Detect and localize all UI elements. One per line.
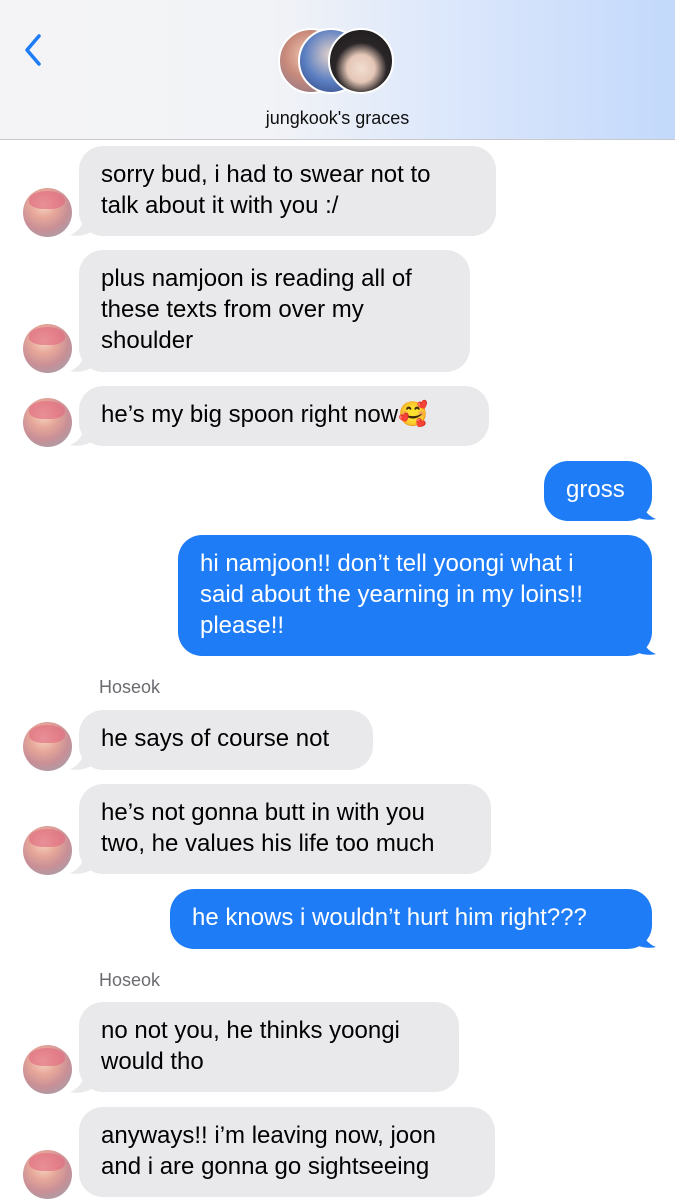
message-line: gross <box>566 476 625 503</box>
chat-header: jungkook's graces <box>0 0 675 140</box>
avatar[interactable] <box>23 324 72 373</box>
message-bubble-incoming[interactable]: no not you, he thinks yoongi would tho <box>79 1002 459 1092</box>
avatar[interactable] <box>23 722 72 771</box>
message-line: these texts from over my <box>101 296 364 323</box>
message-bubble-incoming[interactable]: he says of course not <box>79 710 373 770</box>
message-line: anyways!! i’m leaving now, joon <box>101 1122 436 1149</box>
group-name[interactable]: jungkook's graces <box>0 108 675 129</box>
message-bubble-incoming[interactable]: sorry bud, i had to swear not to talk ab… <box>79 146 496 236</box>
message-line: talk about it with you :/ <box>101 192 339 219</box>
sender-name: Hoseok <box>99 970 161 990</box>
avatar[interactable] <box>23 1045 72 1094</box>
avatar[interactable] <box>23 826 72 875</box>
avatar[interactable] <box>23 188 72 237</box>
message-bubble-incoming[interactable]: anyways!! i’m leaving now, joon and i ar… <box>79 1107 495 1197</box>
message-line: hi namjoon!! don’t tell yoongi what i <box>200 550 574 577</box>
group-member-avatar <box>328 28 394 94</box>
message-line: he says of course not <box>101 725 330 752</box>
message-line: shoulder <box>101 327 194 354</box>
message-line: he knows i wouldn’t hurt him right??? <box>192 904 587 931</box>
message-line: said about the yearning in my loins!! <box>200 581 583 608</box>
message-bubble-outgoing[interactable]: gross <box>544 461 652 521</box>
message-line: he’s not gonna butt in with you <box>101 799 425 826</box>
sender-name: Hoseok <box>99 677 161 697</box>
back-button[interactable] <box>20 30 50 70</box>
chevron-left-icon <box>25 34 41 66</box>
message-line: no not you, he thinks yoongi <box>101 1017 400 1044</box>
message-bubble-incoming[interactable]: he’s my big spoon right now🥰 <box>79 386 489 446</box>
avatar[interactable] <box>23 1150 72 1199</box>
message-bubble-incoming[interactable]: he’s not gonna butt in with you two, he … <box>79 784 491 874</box>
message-bubble-incoming[interactable]: plus namjoon is reading all of these tex… <box>79 250 470 372</box>
group-avatars[interactable] <box>278 28 400 98</box>
message-line: sorry bud, i had to swear not to <box>101 161 431 188</box>
message-bubble-outgoing[interactable]: he knows i wouldn’t hurt him right??? <box>170 889 652 949</box>
message-line: please!! <box>200 612 285 639</box>
message-line: plus namjoon is reading all of <box>101 265 412 292</box>
avatar[interactable] <box>23 398 72 447</box>
message-line: and i are gonna go sightseeing <box>101 1153 430 1180</box>
message-line: would tho <box>101 1048 204 1075</box>
message-bubble-outgoing[interactable]: hi namjoon!! don’t tell yoongi what i sa… <box>178 535 652 656</box>
message-line: he’s my big spoon right now🥰 <box>101 401 428 428</box>
message-line: two, he values his life too much <box>101 830 435 857</box>
